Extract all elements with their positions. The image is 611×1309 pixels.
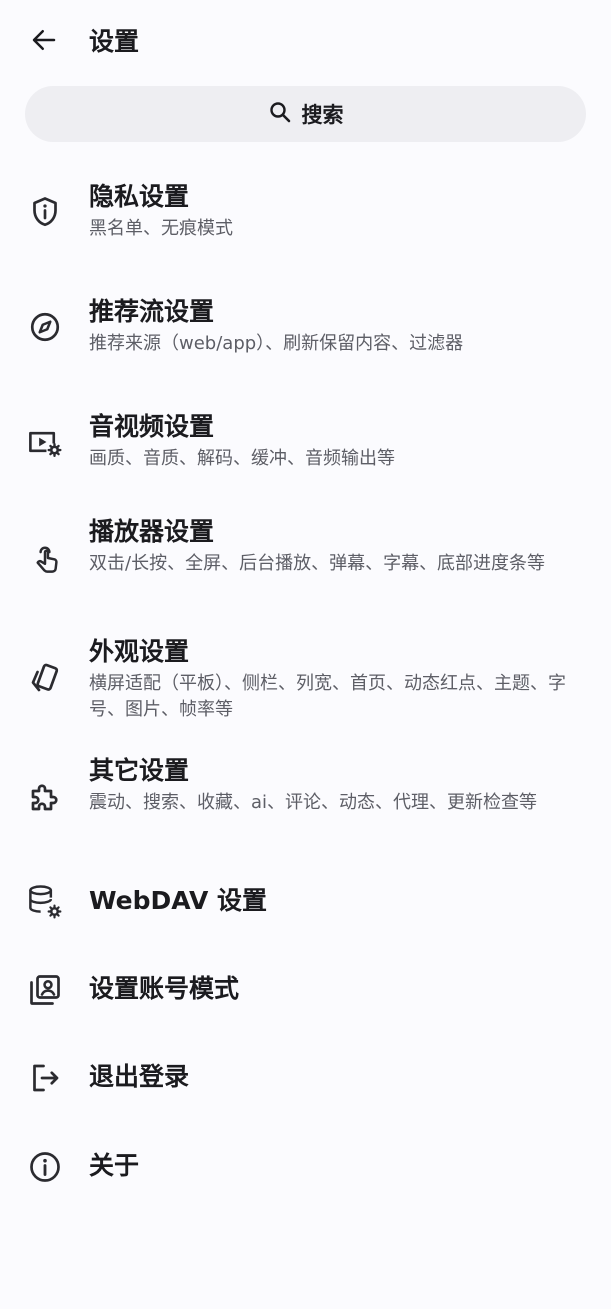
extension-icon [25, 777, 65, 817]
settings-item-webdav[interactable]: WebDAV 设置 [0, 872, 611, 932]
logout-icon [25, 1058, 65, 1098]
page-title: 设置 [89, 27, 140, 56]
search-label: 搜索 [301, 103, 344, 127]
account-box-icon [25, 970, 65, 1010]
compass-icon [25, 307, 65, 347]
settings-item-about[interactable]: 关于 [0, 1137, 611, 1197]
search-icon [268, 100, 292, 128]
settings-item-privacy[interactable]: 隐私设置 黑名单、无痕模式 [0, 172, 611, 256]
item-subtitle: 横屏适配（平板）、侧栏、列宽、首页、动态红点、主题、字号、图片、帧率等 [89, 673, 566, 720]
item-subtitle: 黑名单、无痕模式 [89, 218, 233, 239]
settings-item-feed[interactable]: 推荐流设置 推荐来源（web/app）、刷新保留内容、过滤器 [0, 287, 611, 371]
item-title: WebDAV 设置 [89, 886, 267, 915]
top-app-bar: 设置 [0, 0, 611, 84]
video-settings-icon [25, 422, 65, 462]
arrow-back-icon [29, 25, 59, 59]
item-title: 隐私设置 [89, 182, 190, 211]
search-bar[interactable]: 搜索 [25, 86, 586, 142]
shield-info-icon [25, 192, 65, 232]
item-title: 其它设置 [89, 756, 190, 785]
item-subtitle: 震动、搜索、收藏、ai、评论、动态、代理、更新检查等 [89, 792, 538, 813]
settings-item-other[interactable]: 其它设置 震动、搜索、收藏、ai、评论、动态、代理、更新检查等 [0, 751, 611, 847]
item-title: 播放器设置 [89, 517, 215, 546]
item-title: 关于 [89, 1151, 140, 1180]
item-title: 音视频设置 [89, 412, 215, 441]
settings-item-audio-video[interactable]: 音视频设置 画质、音质、解码、缓冲、音频输出等 [0, 402, 611, 486]
settings-item-player[interactable]: 播放器设置 双击/长按、全屏、后台播放、弹幕、字幕、底部进度条等 [0, 512, 611, 608]
item-subtitle: 双击/长按、全屏、后台播放、弹幕、字幕、底部进度条等 [89, 553, 546, 574]
settings-item-appearance[interactable]: 外观设置 横屏适配（平板）、侧栏、列宽、首页、动态红点、主题、字号、图片、帧率等 [0, 632, 611, 728]
item-title: 推荐流设置 [89, 297, 215, 326]
item-title: 外观设置 [89, 637, 190, 666]
item-subtitle: 推荐来源（web/app）、刷新保留内容、过滤器 [89, 333, 464, 354]
item-title: 设置账号模式 [89, 974, 240, 1003]
cards-icon [25, 658, 65, 698]
back-button[interactable] [20, 18, 68, 66]
settings-item-logout[interactable]: 退出登录 [0, 1048, 611, 1108]
touch-app-icon [25, 538, 65, 578]
database-settings-icon [25, 882, 65, 922]
item-subtitle: 画质、音质、解码、缓冲、音频输出等 [89, 448, 395, 469]
info-icon [25, 1147, 65, 1187]
settings-item-account-mode[interactable]: 设置账号模式 [0, 960, 611, 1020]
item-title: 退出登录 [89, 1062, 190, 1091]
